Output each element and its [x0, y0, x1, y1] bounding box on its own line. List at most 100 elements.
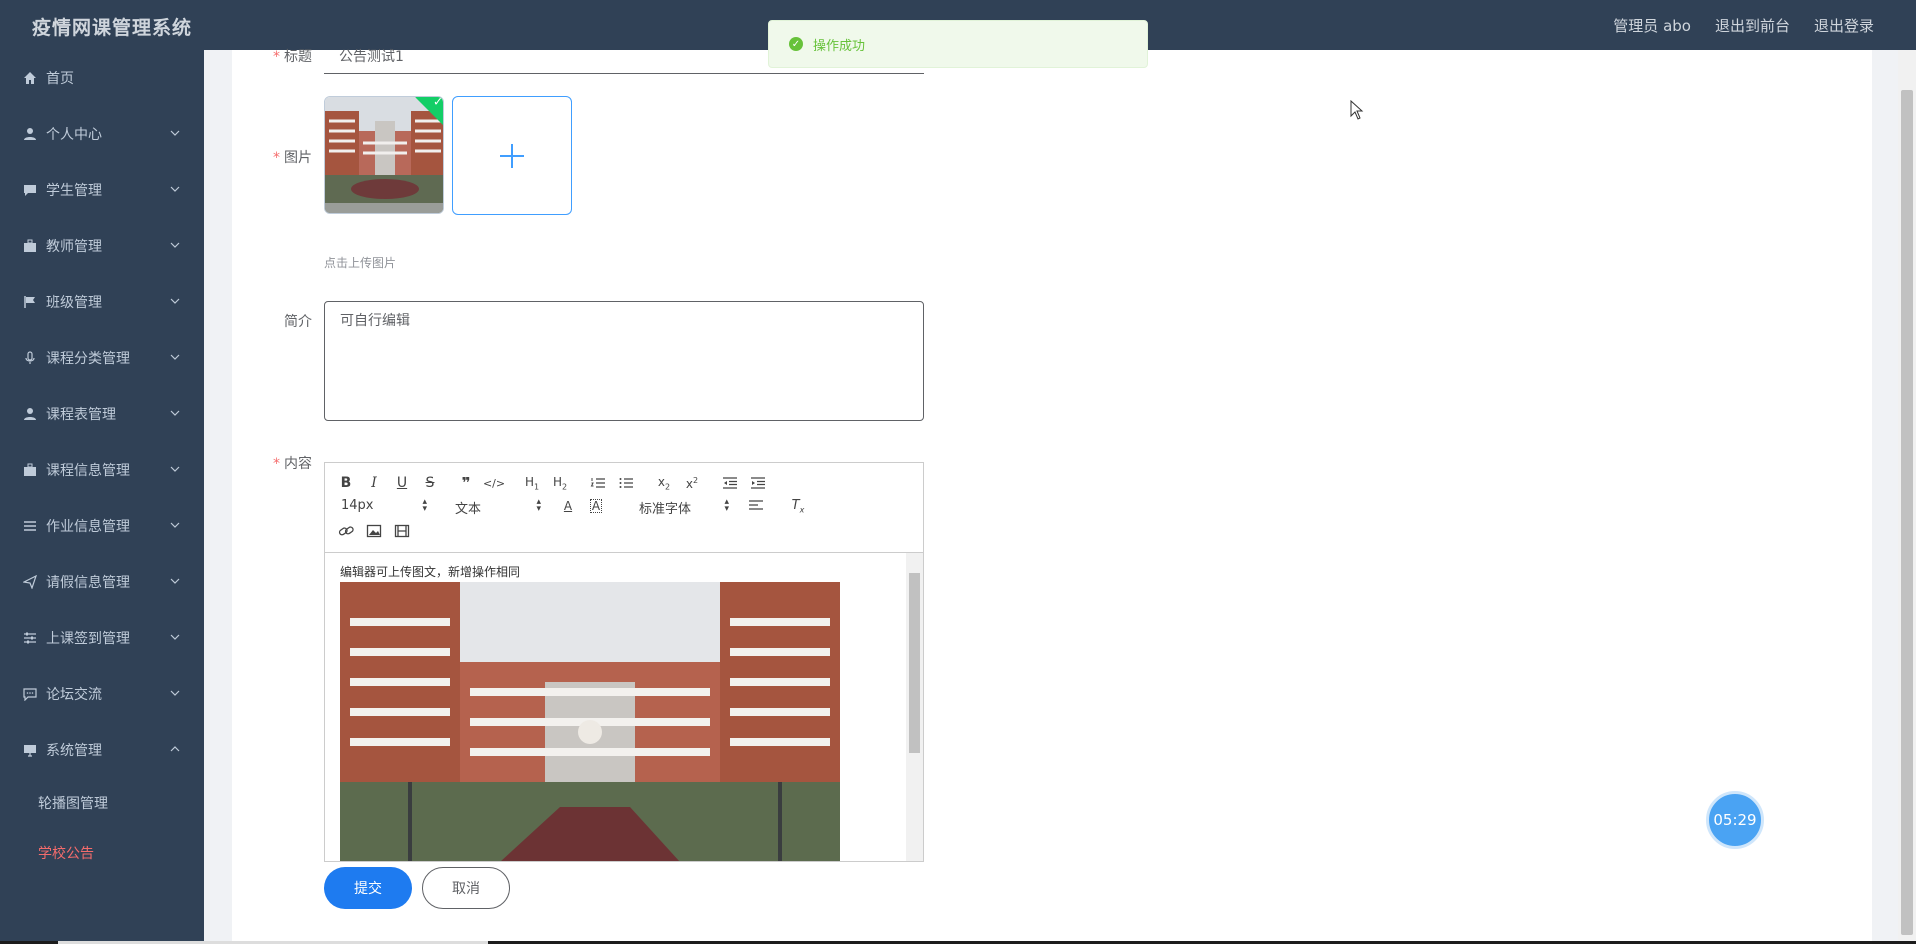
app-title: 疫情网课管理系统: [32, 17, 193, 39]
heading-select[interactable]: 文本 ▴ ▾: [455, 497, 541, 518]
success-toast: ✓ 操作成功: [768, 20, 1148, 68]
bullet-list-icon[interactable]: [615, 473, 637, 493]
monitor-icon: [22, 742, 38, 758]
submit-button[interactable]: 提交: [324, 867, 412, 909]
heading-value: 文本: [455, 502, 482, 517]
superscript-icon[interactable]: x2: [681, 473, 703, 493]
plus-icon: [500, 143, 524, 168]
intro-label: 简介: [284, 314, 312, 330]
chevron-down-icon: [170, 634, 180, 640]
link-icon[interactable]: [335, 521, 357, 541]
chevron-down-icon: [170, 242, 180, 248]
sidebar-item-forum[interactable]: 论坛交流: [0, 666, 204, 722]
outdent-icon[interactable]: [719, 473, 741, 493]
sidebar-subitem-school-notice[interactable]: 学校公告: [0, 828, 204, 878]
indent-icon[interactable]: [747, 473, 769, 493]
sidebar-item-label: 课程信息管理: [46, 463, 130, 479]
toast-message: 操作成功: [813, 38, 866, 54]
campus-building-image: [325, 97, 443, 213]
sidebar-item-home[interactable]: 首页: [0, 50, 204, 106]
title-label: * 标题: [273, 49, 312, 65]
sidebar-item-label: 请假信息管理: [46, 575, 130, 591]
sidebar-item-course-info[interactable]: 课程信息管理: [0, 442, 204, 498]
upload-tip: 点击上传图片: [324, 256, 397, 270]
sidebar-item-homework-info[interactable]: 作业信息管理: [0, 498, 204, 554]
sidebar-item-label: 课程分类管理: [46, 351, 130, 367]
chevron-down-icon: [170, 354, 180, 360]
sidebar-item-label: 论坛交流: [46, 687, 102, 703]
home-icon: [22, 70, 38, 86]
page-scrollbar-thumb[interactable]: [1901, 90, 1913, 935]
font-family-select[interactable]: 标准字体 ▴ ▾: [639, 498, 729, 518]
sidebar-item-label: 系统管理: [46, 743, 102, 759]
font-size-select[interactable]: 14px ▴ ▾: [341, 498, 427, 514]
video-insert-icon[interactable]: [391, 521, 413, 541]
content-label: * 内容: [273, 456, 312, 472]
select-arrows-icon: ▴ ▾: [422, 497, 427, 514]
image-insert-icon[interactable]: [363, 521, 385, 541]
align-icon[interactable]: [745, 496, 767, 516]
select-arrows-icon: ▴ ▾: [536, 497, 541, 514]
sidebar-item-label: 作业信息管理: [46, 519, 130, 535]
code-block-icon[interactable]: </>: [483, 473, 505, 493]
image-label: * 图片: [273, 150, 312, 166]
chevron-down-icon: [170, 466, 180, 472]
strikethrough-icon[interactable]: S: [419, 473, 441, 493]
sidebar-subitem-carousel[interactable]: 轮播图管理: [0, 778, 204, 828]
comment-icon: [22, 686, 38, 702]
sidebar-item-teacher-management[interactable]: 教师管理: [0, 218, 204, 274]
editor-content-area[interactable]: 编辑器可上传图文，新增操作相同: [325, 553, 907, 861]
sidebar-item-class-management[interactable]: 班级管理: [0, 274, 204, 330]
font-family-value: 标准字体: [639, 502, 692, 517]
subscript-icon[interactable]: x2: [653, 473, 675, 493]
cancel-button[interactable]: 取消: [422, 867, 510, 909]
intro-textarea[interactable]: 可自行编辑: [324, 301, 924, 421]
italic-icon[interactable]: I: [363, 473, 385, 493]
chevron-down-icon: [170, 186, 180, 192]
chevron-down-icon: [170, 130, 180, 136]
chevron-down-icon: [170, 522, 180, 528]
microphone-icon: [22, 350, 38, 366]
ordered-list-icon[interactable]: [587, 473, 609, 493]
sidebar-subitem-label: 轮播图管理: [38, 796, 108, 812]
list-icon: [22, 518, 38, 534]
sidebar-item-system-management[interactable]: 系统管理: [0, 722, 204, 778]
sidebar-item-personal-center[interactable]: 个人中心: [0, 106, 204, 162]
heading-1-icon[interactable]: H1: [521, 473, 543, 493]
chevron-down-icon: [170, 690, 180, 696]
sidebar: 首页 个人中心 学生管理 教师管理 班级管理 课程分类管理 课程表管理 课程信息…: [0, 50, 204, 944]
timer-bubble[interactable]: 05:29: [1706, 791, 1764, 849]
sidebar-item-course-category[interactable]: 课程分类管理: [0, 330, 204, 386]
sidebar-item-attendance[interactable]: 上课签到管理: [0, 610, 204, 666]
clear-format-icon[interactable]: Tx: [787, 496, 809, 516]
image-upload-add-button[interactable]: [452, 96, 572, 215]
chat-icon: [22, 182, 38, 198]
sidebar-item-leave-info[interactable]: 请假信息管理: [0, 554, 204, 610]
chevron-down-icon: [170, 410, 180, 416]
editor-body-text: 编辑器可上传图文，新增操作相同: [340, 565, 521, 579]
heading-2-icon[interactable]: H2: [549, 473, 571, 493]
background-color-icon[interactable]: A: [585, 496, 607, 516]
campus-building-image: [340, 582, 840, 861]
sidebar-item-label: 课程表管理: [46, 407, 116, 423]
font-size-value: 14px: [341, 498, 374, 513]
user-icon: [22, 406, 38, 422]
font-color-icon[interactable]: A: [557, 496, 579, 516]
sliders-icon: [22, 630, 38, 646]
blockquote-icon[interactable]: ❞: [455, 473, 477, 493]
sidebar-item-label: 学生管理: [46, 183, 102, 199]
uploaded-image-thumbnail[interactable]: ✓: [324, 96, 444, 214]
header-actions: 管理员 abo 退出到前台 退出登录: [1613, 15, 1874, 36]
bold-icon[interactable]: B: [335, 473, 357, 493]
editor-scrollbar-thumb[interactable]: [909, 573, 920, 753]
logout-link[interactable]: 退出登录: [1814, 15, 1874, 36]
sidebar-item-timetable[interactable]: 课程表管理: [0, 386, 204, 442]
briefcase-icon: [22, 238, 38, 254]
editor-scrollbar[interactable]: [906, 553, 923, 861]
sidebar-item-label: 首页: [46, 71, 74, 87]
underline-icon[interactable]: U: [391, 473, 413, 493]
editor-toolbar: B I U S ❞ </> H1 H2 x2 x2 14px ▴ ▾ 文本 ▴ ▾ …: [325, 463, 923, 553]
sidebar-item-student-management[interactable]: 学生管理: [0, 162, 204, 218]
exit-to-front-link[interactable]: 退出到前台: [1715, 15, 1790, 36]
sidebar-item-label: 教师管理: [46, 239, 102, 255]
